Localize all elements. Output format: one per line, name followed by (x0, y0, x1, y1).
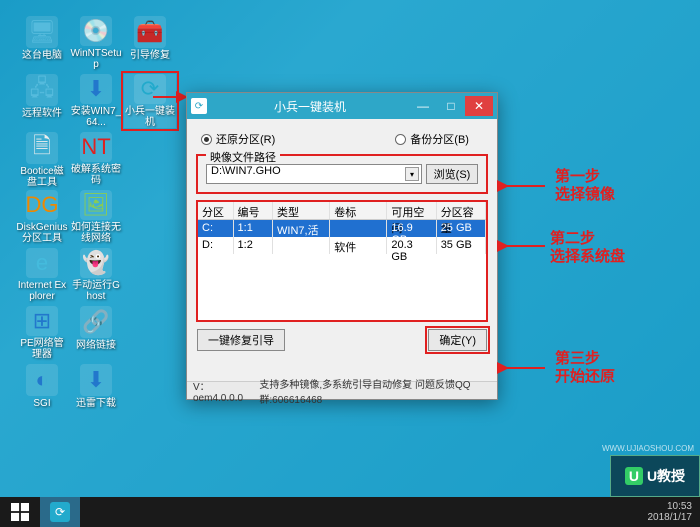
icon-label: 如何连接无线网络 (70, 222, 122, 244)
desktop-icon-Bootice磁盘工具[interactable]: 🗎Bootice磁盘工具 (16, 132, 68, 186)
app-icon: ⟳ (50, 502, 70, 522)
arrow-step2 (500, 238, 550, 257)
tray-time: 10:53 (648, 501, 693, 512)
partition-table[interactable]: 分区 编号 类型 卷标 可用空间 分区容量 C:1:1WIN7,活动16.9 G… (197, 201, 487, 321)
radio-restore[interactable]: 还原分区(R) (201, 131, 275, 147)
app-icon: 🗎 (26, 132, 58, 164)
watermark-url: WWW.UJIAOSHOU.COM (602, 444, 694, 453)
app-icon: 👻 (80, 248, 112, 278)
chevron-down-icon[interactable]: ▾ (405, 167, 419, 181)
icon-label: 迅雷下载 (76, 398, 116, 409)
icon-label: DiskGenius分区工具 (16, 222, 68, 244)
status-bar: V：oem4.0.0.0 支持多种镜像,多系统引导自动修复 问题反馈QQ群:60… (187, 381, 497, 399)
icon-label: SGI (33, 398, 50, 409)
app-icon: 🔗 (80, 306, 112, 338)
ok-button[interactable]: 确定(Y) (428, 329, 487, 351)
table-header: 分区 编号 类型 卷标 可用空间 分区容量 (198, 202, 486, 220)
icon-label: 引导修复 (130, 50, 170, 61)
image-path-group: 映像文件路径 D:\WIN7.GHO ▾ 浏览(S) (197, 155, 487, 193)
repair-boot-button[interactable]: 一键修复引导 (197, 329, 285, 351)
app-icon: ◐ (26, 364, 58, 396)
table-row[interactable]: D:1:2软件20.3 GB35 GB (198, 237, 486, 254)
radio-backup[interactable]: 备份分区(B) (395, 131, 469, 147)
desktop-icon-安装WIN7_64...[interactable]: ⬇安装WIN7_64... (70, 74, 122, 128)
callout-step2: 第二步选择系统盘 (550, 230, 625, 266)
radio-icon (201, 134, 212, 145)
start-button[interactable] (0, 497, 40, 527)
maximize-button[interactable]: □ (437, 96, 465, 116)
arrow-step1 (500, 178, 550, 197)
app-icon: 🖼 (80, 190, 112, 220)
system-tray[interactable]: 10:53 2018/1/17 (640, 501, 700, 523)
app-icon: 🧰 (134, 16, 166, 48)
close-button[interactable]: ✕ (465, 96, 493, 116)
desktop-icon-迅雷下载[interactable]: ⬇ 迅雷下载 (70, 364, 122, 418)
table-row[interactable]: C:1:1WIN7,活动16.9 GB25 GB (198, 220, 486, 237)
window-title: 小兵一键装机 (211, 98, 409, 115)
app-icon: 💿 (80, 16, 112, 46)
watermark-icon: U (625, 467, 643, 485)
watermark-logo: U U教授 (610, 455, 700, 497)
desktop-icon-PE网络管理器[interactable]: ⊞PE网络管理器 (16, 306, 68, 360)
icon-label: PE网络管理器 (16, 338, 68, 360)
icon-label: 安装WIN7_64... (70, 106, 122, 128)
app-icon: ⬇ (80, 74, 112, 104)
app-icon: DG (26, 190, 58, 220)
icon-label: Bootice磁盘工具 (16, 166, 68, 188)
icon-label: Internet Explorer (16, 280, 68, 302)
desktop-icon-DiskGenius分区工具[interactable]: DGDiskGenius分区工具 (16, 190, 68, 244)
app-icon: ⟳ (191, 98, 207, 114)
version-label: V：oem4.0.0.0 (193, 378, 249, 404)
callout-step1: 第一步选择镜像 (555, 168, 615, 204)
browse-button[interactable]: 浏览(S) (426, 164, 478, 184)
desktop-icon-网络链接[interactable]: 🔗 网络链接 (70, 306, 122, 360)
image-path-input[interactable]: D:\WIN7.GHO ▾ (206, 164, 422, 184)
group-label: 映像文件路径 (206, 149, 280, 165)
desktop-icon-破解系统密码[interactable]: NT破解系统密码 (70, 132, 122, 186)
installer-dialog: ⟳ 小兵一键装机 — □ ✕ 还原分区(R) 备份分区(B) 映像文件路径 D:… (186, 92, 498, 400)
desktop-icon-引导修复[interactable]: 🧰 引导修复 (124, 16, 176, 70)
taskbar-app-installer[interactable]: ⟳ (40, 497, 80, 527)
app-icon: NT (80, 132, 112, 162)
tray-date: 2018/1/17 (648, 512, 693, 523)
desktop-icon-SGI[interactable]: ◐ SGI (16, 364, 68, 418)
app-icon: ⬇ (80, 364, 112, 396)
icon-label: WinNTSetup (70, 48, 122, 70)
icon-label: 破解系统密码 (70, 164, 122, 186)
desktop-icon-Internet Explorer[interactable]: eInternet Explorer (16, 248, 68, 302)
icon-label: 这台电脑 (22, 50, 62, 61)
app-icon: 🖥 (26, 16, 58, 48)
status-message: 支持多种镜像,多系统引导自动修复 问题反馈QQ群:606616468 (259, 376, 491, 406)
radio-icon (395, 134, 406, 145)
desktop-icon-WinNTSetup[interactable]: 💿WinNTSetup (70, 16, 122, 70)
desktop: 🖥这台电脑💿WinNTSetup🧰引导修复🖧远程软件⬇安装WIN7_64...⟳… (0, 0, 700, 527)
icon-label: 手动运行Ghost (70, 280, 122, 302)
app-icon: e (26, 248, 58, 278)
callout-step3: 第三步开始还原 (555, 350, 615, 386)
icon-label: 远程软件 (22, 108, 62, 119)
arrow-step3 (500, 360, 550, 379)
app-icon: 🖧 (26, 74, 58, 106)
desktop-icon-远程软件[interactable]: 🖧 远程软件 (16, 74, 68, 128)
icon-label: 网络链接 (76, 340, 116, 351)
minimize-button[interactable]: — (409, 96, 437, 116)
windows-icon (11, 503, 29, 521)
taskbar[interactable]: ⟳ 10:53 2018/1/17 (0, 497, 700, 527)
desktop-icon-这台电脑[interactable]: 🖥 这台电脑 (16, 16, 68, 70)
dialog-body: 还原分区(R) 备份分区(B) 映像文件路径 D:\WIN7.GHO ▾ 浏览(… (187, 119, 497, 381)
titlebar[interactable]: ⟳ 小兵一键装机 — □ ✕ (187, 93, 497, 119)
app-icon: ⊞ (26, 306, 58, 336)
desktop-icon-手动运行Ghost[interactable]: 👻手动运行Ghost (70, 248, 122, 302)
desktop-icon-如何连接无线网络[interactable]: 🖼如何连接无线网络 (70, 190, 122, 244)
